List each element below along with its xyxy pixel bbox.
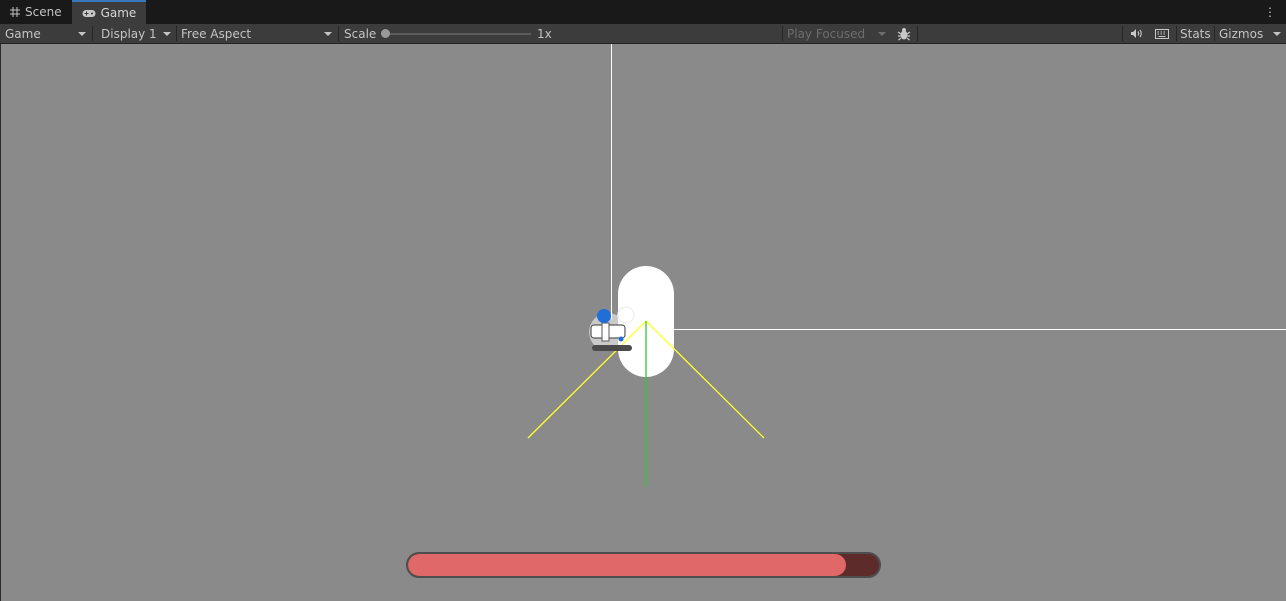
tab-game-label: Game [100, 6, 137, 20]
frame-debugger-button[interactable] [892, 24, 916, 43]
bug-icon [897, 27, 911, 40]
toolbar-divider [917, 26, 918, 41]
tab-scene-label: Scene [25, 5, 62, 19]
player-health-bar [406, 552, 881, 578]
mute-audio-button[interactable] [1124, 24, 1148, 43]
gamepad-icon [82, 9, 96, 17]
toolbar-divider [92, 26, 93, 41]
game-view-dropdown-label: Game [5, 26, 41, 41]
aspect-dropdown[interactable]: Free Aspect [176, 24, 337, 43]
speaker-icon [1130, 29, 1142, 38]
display-dropdown-label: Display 1 [101, 26, 157, 41]
play-mode-dropdown[interactable]: Play Focused [782, 24, 891, 43]
tab-scene[interactable]: Scene [0, 0, 72, 24]
play-mode-dropdown-label: Play Focused [787, 26, 866, 41]
game-view-toolbar: Game Display 1 Free Aspect Scale 1x Play… [0, 24, 1286, 44]
chevron-down-icon [878, 32, 886, 36]
grid-icon [10, 7, 20, 17]
scale-value: 1x [537, 26, 552, 41]
toolbar-divider [338, 26, 339, 41]
stats-button[interactable]: Stats [1180, 24, 1211, 43]
vision-cone-right-edge [645, 320, 765, 439]
game-view-dropdown[interactable]: Game [0, 24, 91, 43]
scale-slider[interactable] [384, 33, 531, 35]
display-dropdown[interactable]: Display 1 [96, 24, 176, 43]
player-health-fill [408, 554, 847, 576]
chevron-down-icon [78, 32, 86, 36]
aspect-dropdown-label: Free Aspect [181, 26, 252, 41]
keyboard-shortcuts-button[interactable] [1150, 24, 1174, 43]
scale-slider-thumb[interactable] [381, 29, 390, 38]
tab-game[interactable]: Game [71, 0, 147, 24]
scale-label: Scale [344, 26, 377, 41]
game-viewport[interactable] [0, 44, 1286, 601]
toolbar-divider [1176, 26, 1177, 41]
gizmos-dropdown-label: Gizmos [1219, 26, 1264, 41]
chevron-down-icon [324, 32, 332, 36]
kebab-menu-icon[interactable]: ⋮ [1264, 4, 1276, 20]
vision-cone-left-edge [527, 320, 647, 439]
game-scene [527, 44, 1286, 487]
toolbar-divider [1122, 26, 1123, 41]
chevron-down-icon [1273, 32, 1281, 36]
keyboard-icon [1155, 28, 1169, 39]
gizmos-dropdown[interactable]: Gizmos [1214, 24, 1286, 43]
chevron-down-icon [163, 32, 171, 36]
window-tab-bar: Scene Game ⋮ [0, 0, 1286, 24]
